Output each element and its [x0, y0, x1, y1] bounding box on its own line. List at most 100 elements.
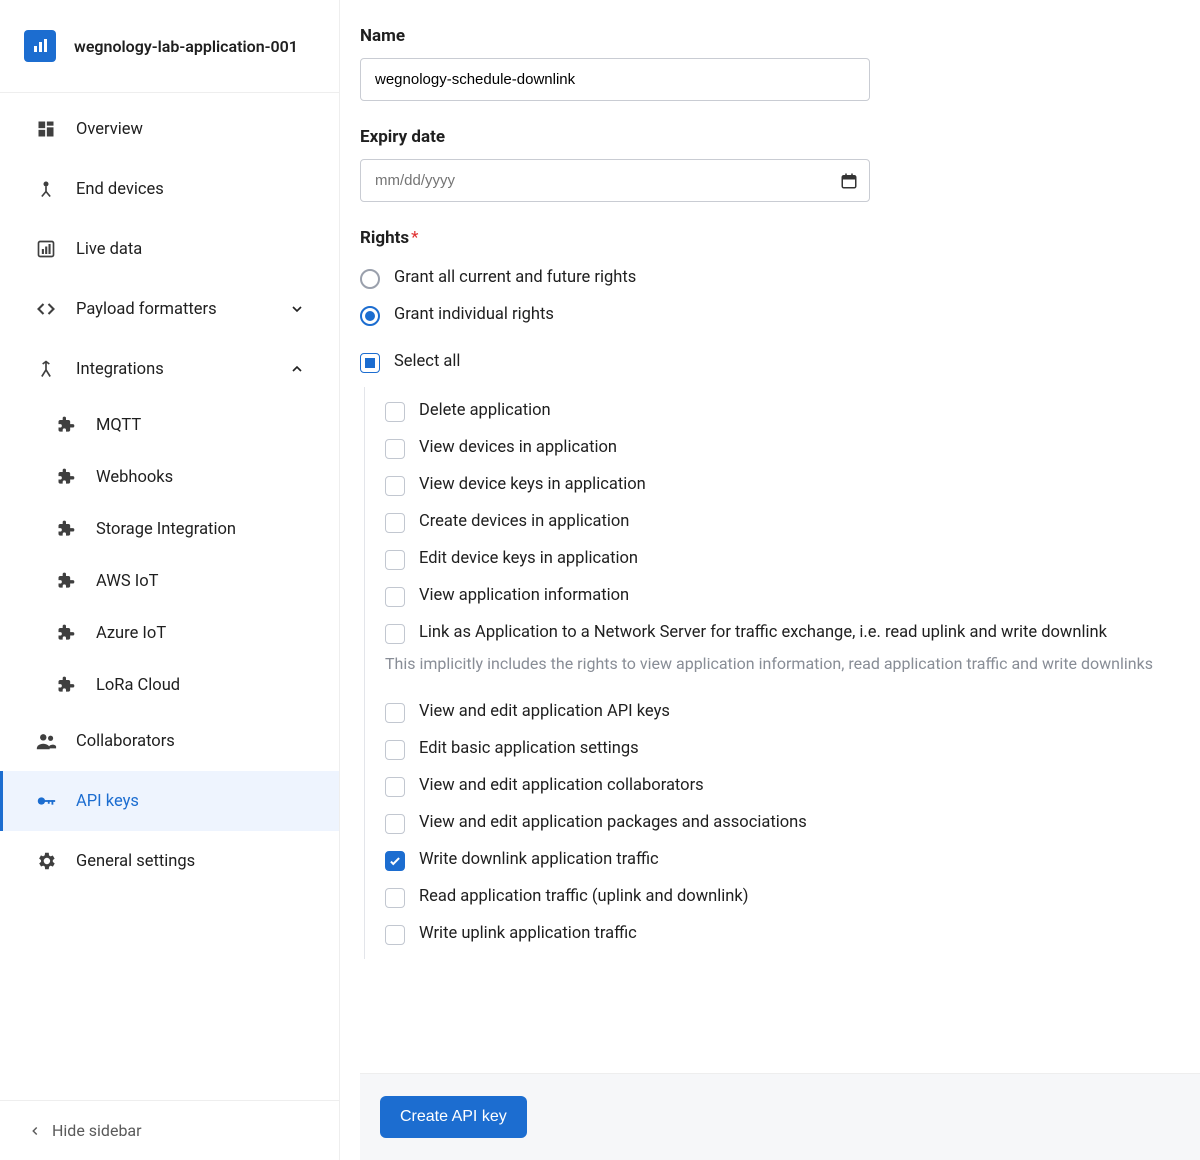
- rights-checkbox[interactable]: View and edit application collaborators: [385, 768, 1170, 805]
- rights-checkbox-label: Write uplink application traffic: [419, 924, 637, 943]
- chevron-down-icon: [289, 301, 305, 317]
- sidebar-item-api-keys[interactable]: API keys: [0, 771, 339, 831]
- rights-checkbox-label: View devices in application: [419, 438, 617, 457]
- sidebar-item-label: Overview: [76, 120, 143, 139]
- rights-radio-individual[interactable]: Grant individual rights: [360, 297, 1170, 334]
- checkbox-icon: [385, 888, 405, 908]
- checkbox-icon: [385, 624, 405, 644]
- sidebar-subitem-label: Storage Integration: [96, 520, 236, 539]
- app-title: wegnology-lab-application-001: [74, 37, 298, 56]
- main-content: Name Expiry date Rights* Grant all curre…: [340, 0, 1200, 1160]
- device-icon: [34, 177, 58, 201]
- plugin-icon: [54, 673, 78, 697]
- rights-checkbox[interactable]: Delete application: [385, 393, 1170, 430]
- sidebar-subitem-integration[interactable]: Storage Integration: [0, 503, 339, 555]
- rights-checkbox[interactable]: View and edit application API keys: [385, 694, 1170, 731]
- people-icon: [34, 729, 58, 753]
- sidebar: wegnology-lab-application-001 Overview E…: [0, 0, 340, 1160]
- checkbox-icon: [360, 353, 380, 373]
- rights-checkbox-label: Edit basic application settings: [419, 739, 639, 758]
- select-all-checkbox[interactable]: Select all: [360, 344, 1170, 381]
- rights-checkbox-label: View and edit application collaborators: [419, 776, 704, 795]
- sidebar-subitem-integration[interactable]: MQTT: [0, 399, 339, 451]
- rights-helper-text: This implicitly includes the rights to v…: [385, 652, 1170, 676]
- rights-checkbox-label: Write downlink application traffic: [419, 850, 659, 869]
- rights-checkbox[interactable]: Read application traffic (uplink and dow…: [385, 879, 1170, 916]
- plugin-icon: [54, 413, 78, 437]
- rights-checkbox[interactable]: View device keys in application: [385, 467, 1170, 504]
- rights-radio-all[interactable]: Grant all current and future rights: [360, 260, 1170, 297]
- checkbox-icon: [385, 513, 405, 533]
- checkbox-icon: [385, 703, 405, 723]
- hide-sidebar-button[interactable]: Hide sidebar: [0, 1100, 339, 1160]
- checkbox-icon: [385, 851, 405, 871]
- rights-checkbox[interactable]: View application information: [385, 578, 1170, 615]
- sidebar-subitem-integration[interactable]: Webhooks: [0, 451, 339, 503]
- rights-checkbox[interactable]: View and edit application packages and a…: [385, 805, 1170, 842]
- rights-checkbox-label: Delete application: [419, 401, 551, 420]
- key-icon: [34, 789, 58, 813]
- checkbox-icon: [385, 587, 405, 607]
- sidebar-subitem-integration[interactable]: Azure IoT: [0, 607, 339, 659]
- checkbox-icon: [385, 550, 405, 570]
- rights-checkbox[interactable]: Link as Application to a Network Server …: [385, 615, 1170, 652]
- checkbox-icon: [385, 439, 405, 459]
- app-chart-icon: [24, 30, 56, 62]
- checkbox-icon: [385, 402, 405, 422]
- brand-row: wegnology-lab-application-001: [0, 0, 339, 93]
- sidebar-subitem-integration[interactable]: AWS IoT: [0, 555, 339, 607]
- radio-icon: [360, 269, 380, 289]
- sidebar-item-live-data[interactable]: Live data: [0, 219, 339, 279]
- plugin-icon: [54, 569, 78, 593]
- sidebar-item-label: Collaborators: [76, 732, 175, 751]
- sidebar-item-end-devices[interactable]: End devices: [0, 159, 339, 219]
- sidebar-subitem-label: Webhooks: [96, 468, 173, 487]
- sidebar-subitem-label: Azure IoT: [96, 624, 166, 643]
- gear-icon: [34, 849, 58, 873]
- name-input[interactable]: [360, 58, 870, 101]
- sidebar-item-label: API keys: [76, 792, 139, 811]
- sidebar-item-overview[interactable]: Overview: [0, 99, 339, 159]
- hide-sidebar-label: Hide sidebar: [52, 1121, 142, 1140]
- plugin-icon: [54, 465, 78, 489]
- rights-checkbox-label: Read application traffic (uplink and dow…: [419, 887, 748, 906]
- rights-label: Rights*: [360, 228, 1170, 248]
- sidebar-item-label: General settings: [76, 852, 195, 871]
- create-api-key-button[interactable]: Create API key: [380, 1096, 527, 1138]
- rights-checkbox-label: Create devices in application: [419, 512, 629, 531]
- rights-checkbox[interactable]: View devices in application: [385, 430, 1170, 467]
- checkbox-icon: [385, 925, 405, 945]
- plugin-icon: [54, 517, 78, 541]
- required-asterisk: *: [411, 228, 418, 248]
- sidebar-subitem-integration[interactable]: LoRa Cloud: [0, 659, 339, 711]
- checkbox-icon: [385, 740, 405, 760]
- merge-icon: [34, 357, 58, 381]
- sidebar-item-general-settings[interactable]: General settings: [0, 831, 339, 891]
- rights-checkbox[interactable]: Edit basic application settings: [385, 731, 1170, 768]
- dashboard-icon: [34, 117, 58, 141]
- rights-checkbox[interactable]: Edit device keys in application: [385, 541, 1170, 578]
- plugin-icon: [54, 621, 78, 645]
- calendar-icon[interactable]: [840, 172, 858, 190]
- code-icon: [34, 297, 58, 321]
- sidebar-subitem-label: MQTT: [96, 416, 141, 435]
- rights-checkbox[interactable]: Write downlink application traffic: [385, 842, 1170, 879]
- rights-checkbox-label: View and edit application API keys: [419, 702, 670, 721]
- chevron-up-icon: [289, 361, 305, 377]
- sidebar-subitem-label: AWS IoT: [96, 572, 158, 591]
- rights-checkbox[interactable]: Create devices in application: [385, 504, 1170, 541]
- rights-checkbox[interactable]: Write uplink application traffic: [385, 916, 1170, 953]
- sidebar-item-label: Live data: [76, 240, 142, 259]
- rights-checkbox-label: Edit device keys in application: [419, 549, 638, 568]
- name-label: Name: [360, 26, 1170, 46]
- sidebar-item-integrations[interactable]: Integrations: [0, 339, 339, 399]
- sidebar-item-payload-formatters[interactable]: Payload formatters: [0, 279, 339, 339]
- checkbox-icon: [385, 814, 405, 834]
- expiry-input[interactable]: [360, 159, 870, 202]
- sidebar-item-label: Integrations: [76, 360, 164, 379]
- bottom-bar: Create API key: [360, 1073, 1200, 1160]
- rights-checkbox-label: View application information: [419, 586, 629, 605]
- radio-label: Grant individual rights: [394, 305, 554, 324]
- sidebar-item-label: Payload formatters: [76, 300, 217, 319]
- sidebar-item-collaborators[interactable]: Collaborators: [0, 711, 339, 771]
